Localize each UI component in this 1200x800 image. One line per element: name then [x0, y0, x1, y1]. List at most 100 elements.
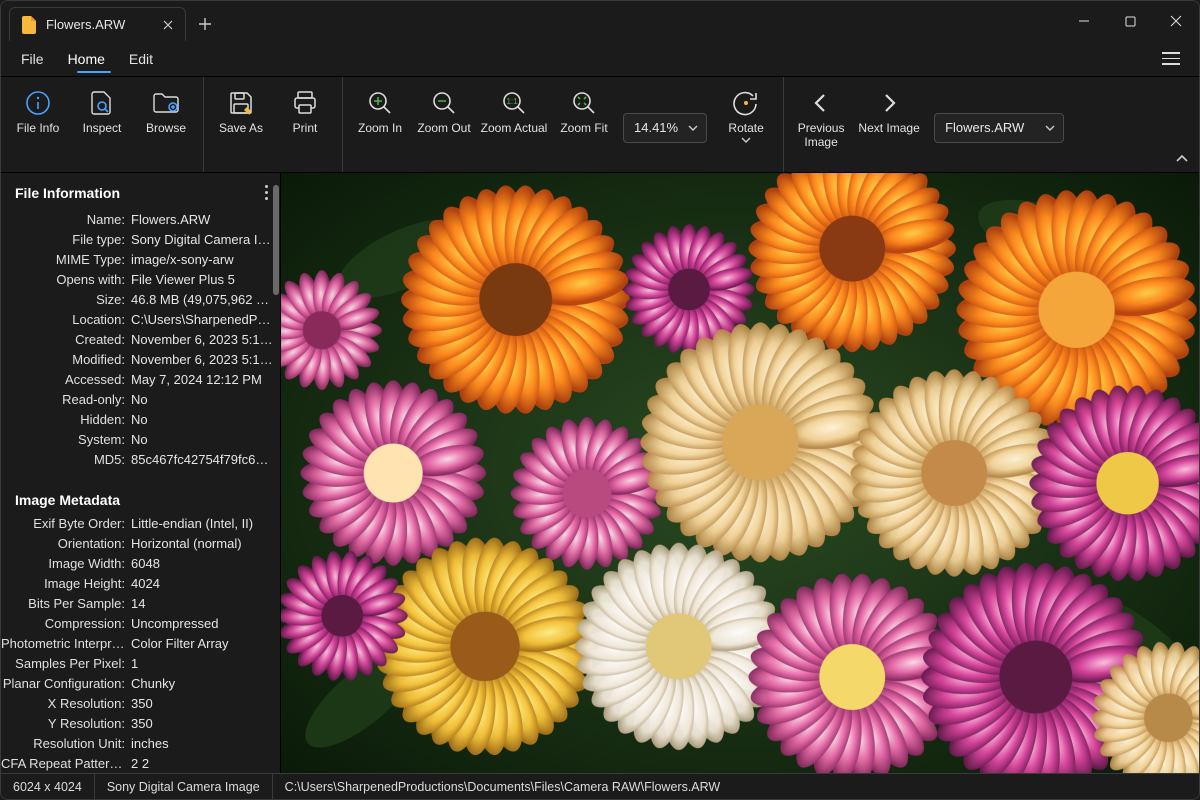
minimize-button[interactable] [1061, 1, 1107, 41]
property-value: 350 [131, 694, 274, 714]
print-button[interactable]: Print [274, 83, 336, 139]
property-key: Accessed: [1, 370, 131, 390]
browse-button[interactable]: Browse [135, 83, 197, 139]
maximize-button[interactable] [1107, 1, 1153, 41]
folder-icon [152, 89, 180, 117]
zoom-fit-icon [571, 89, 597, 117]
scrollbar-thumb[interactable] [273, 185, 279, 295]
previous-image-button[interactable]: Previous Image [790, 83, 852, 153]
property-row: X Resolution:350 [1, 694, 274, 714]
property-value: 4024 [131, 574, 274, 594]
sidebar: File Information Name:Flowers.ARWFile ty… [1, 173, 281, 773]
menu-home[interactable]: Home [56, 45, 117, 73]
rotate-icon [733, 89, 759, 117]
property-key: Size: [1, 290, 131, 310]
sidebar-scrollbar[interactable] [272, 177, 280, 769]
chevron-down-icon [741, 137, 751, 143]
ribbon-collapse-button[interactable] [1171, 148, 1193, 170]
property-value: Horizontal (normal) [131, 534, 274, 554]
property-value: C:\Users\SharpenedProduction... [131, 310, 274, 330]
property-row: Photometric Interpreta...Color Filter Ar… [1, 634, 274, 654]
property-value: inches [131, 734, 274, 754]
new-tab-button[interactable] [190, 9, 220, 39]
more-icon[interactable] [261, 181, 272, 204]
property-row: Created:November 6, 2023 5:14 PM [1, 330, 274, 350]
property-value: May 7, 2024 12:12 PM [131, 370, 274, 390]
file-info-button[interactable]: File Info [7, 83, 69, 139]
property-row: Accessed:May 7, 2024 12:12 PM [1, 370, 274, 390]
property-row: MIME Type:image/x-sony-arw [1, 250, 274, 270]
property-row: Orientation:Horizontal (normal) [1, 534, 274, 554]
zoom-in-icon [367, 89, 393, 117]
property-value: 14 [131, 594, 274, 614]
info-icon [25, 89, 51, 117]
property-value: 6048 [131, 554, 274, 574]
chevron-left-icon [812, 89, 830, 117]
property-key: Compression: [1, 614, 131, 634]
property-key: Hidden: [1, 410, 131, 430]
property-row: Location:C:\Users\SharpenedProduction... [1, 310, 274, 330]
property-key: MD5: [1, 450, 131, 470]
file-select[interactable]: Flowers.ARW [934, 113, 1064, 143]
ribbon-group-zoom: Zoom In Zoom Out 1:1 Zoom Actual Zoom Fi… [343, 77, 784, 172]
inspect-label: Inspect [83, 121, 122, 135]
ribbon-group-file: File Info Inspect Browse [1, 77, 204, 172]
menu-edit[interactable]: Edit [117, 45, 165, 73]
inspect-button[interactable]: Inspect [71, 83, 133, 139]
property-key: Resolution Unit: [1, 734, 131, 754]
previous-image-label: Previous Image [798, 121, 845, 149]
next-image-button[interactable]: Next Image [854, 83, 924, 139]
window-controls [1061, 1, 1199, 41]
menu-file[interactable]: File [9, 45, 56, 73]
property-key: Name: [1, 210, 131, 230]
rotate-button[interactable]: Rotate [715, 83, 777, 147]
property-row: Exif Byte Order:Little-endian (Intel, II… [1, 514, 274, 534]
property-key: Image Height: [1, 574, 131, 594]
zoom-level-select[interactable]: 14.41% [623, 113, 707, 143]
property-value: 1 [131, 654, 274, 674]
next-image-label: Next Image [858, 121, 919, 135]
image-viewer[interactable] [281, 173, 1199, 773]
property-value: 2 2 [131, 754, 274, 774]
zoom-in-button[interactable]: Zoom In [349, 83, 411, 139]
property-row: Planar Configuration:Chunky [1, 674, 274, 694]
property-row: CFA Repeat Pattern Dim:2 2 [1, 754, 274, 774]
hamburger-icon[interactable] [1155, 43, 1187, 75]
zoom-actual-button[interactable]: 1:1 Zoom Actual [477, 83, 551, 139]
file-info-label: File Info [17, 121, 60, 135]
print-label: Print [293, 121, 318, 135]
zoom-fit-button[interactable]: Zoom Fit [553, 83, 615, 139]
file-icon [22, 16, 38, 34]
zoom-out-button[interactable]: Zoom Out [413, 83, 475, 139]
property-row: Samples Per Pixel:1 [1, 654, 274, 674]
ribbon-group-export: Save As Print [204, 77, 343, 172]
chevron-right-icon [880, 89, 898, 117]
property-row: File type:Sony Digital Camera Image (.ar… [1, 230, 274, 250]
property-value: 85c467fc42754f79fc68a74026a6c... [131, 450, 274, 470]
tab-active[interactable]: Flowers.ARW [9, 7, 186, 41]
property-row: Name:Flowers.ARW [1, 210, 274, 230]
property-value: image/x-sony-arw [131, 250, 274, 270]
titlebar: Flowers.ARW [1, 1, 1199, 41]
property-key: Read-only: [1, 390, 131, 410]
property-value: File Viewer Plus 5 [131, 270, 274, 290]
property-key: CFA Repeat Pattern Dim: [1, 754, 131, 774]
save-as-button[interactable]: Save As [210, 83, 272, 139]
tab-close-icon[interactable] [161, 18, 175, 32]
main-area: File Information Name:Flowers.ARWFile ty… [1, 173, 1199, 773]
property-row: Image Width:6048 [1, 554, 274, 574]
close-button[interactable] [1153, 1, 1199, 41]
zoom-out-label: Zoom Out [417, 121, 470, 135]
property-key: Photometric Interpreta... [1, 634, 131, 654]
zoom-actual-label: Zoom Actual [481, 121, 548, 135]
property-key: Samples Per Pixel: [1, 654, 131, 674]
zoom-level-value: 14.41% [634, 120, 678, 135]
file-info-list: Name:Flowers.ARWFile type:Sony Digital C… [1, 210, 280, 478]
status-path: C:\Users\SharpenedProductions\Documents\… [273, 774, 1199, 799]
property-row: Image Height:4024 [1, 574, 274, 594]
file-info-section-header: File Information [1, 173, 280, 210]
property-row: Y Resolution:350 [1, 714, 274, 734]
zoom-in-label: Zoom In [358, 121, 402, 135]
property-key: Created: [1, 330, 131, 350]
property-value: Uncompressed [131, 614, 274, 634]
